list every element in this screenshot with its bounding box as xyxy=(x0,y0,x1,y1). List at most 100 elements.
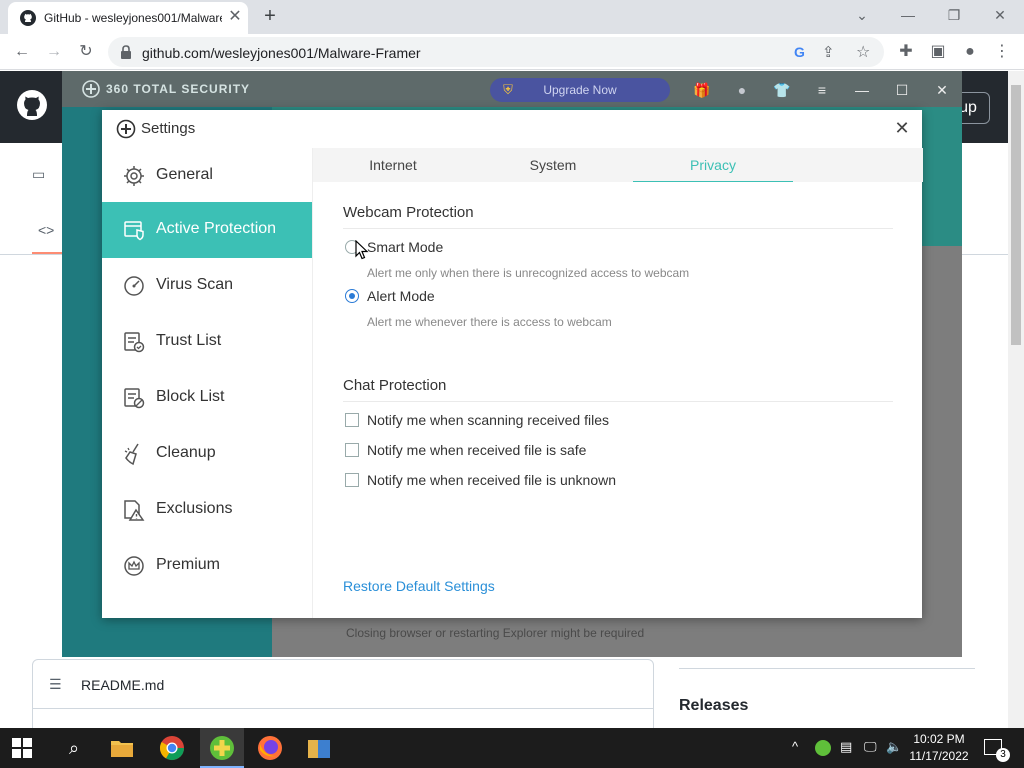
section-divider xyxy=(343,228,893,229)
google-icon[interactable]: G xyxy=(794,44,805,60)
smart-mode-hint: Alert me only when there is unrecognized… xyxy=(367,266,690,280)
alert-mode-hint: Alert me whenever there is access to web… xyxy=(367,315,612,329)
windows-start-icon[interactable] xyxy=(10,736,34,760)
hamburger-menu-icon[interactable]: ≡ xyxy=(812,80,832,100)
settings-content: Internet System Privacy Webcam Protectio… xyxy=(312,148,923,618)
scan-icon xyxy=(124,276,144,296)
file-safe-checkbox[interactable] xyxy=(345,443,359,457)
ts-maximize-icon[interactable]: ☐ xyxy=(892,80,912,100)
nav-label: General xyxy=(156,166,213,183)
code-icon[interactable]: <> xyxy=(38,222,54,238)
side-panel-icon[interactable]: ▣ xyxy=(926,40,950,64)
upgrade-now-button[interactable]: ⛨ Upgrade Now xyxy=(490,78,670,102)
settings-tabs: Internet System Privacy xyxy=(313,148,923,182)
browser-toolbar: ← → ↻ github.com/wesleyjones001/Malware-… xyxy=(0,34,1024,70)
restore-icon[interactable]: ❐ xyxy=(934,4,974,28)
notification-count-badge: 3 xyxy=(996,748,1010,762)
file-unknown-checkbox[interactable] xyxy=(345,473,359,487)
browser-tab-title: GitHub - wesleyjones001/Malware-Framer xyxy=(44,11,222,25)
back-icon[interactable]: ← xyxy=(10,40,34,64)
profile-icon[interactable]: ● xyxy=(958,40,982,64)
forward-icon[interactable]: → xyxy=(42,40,66,64)
tab-internet[interactable]: Internet xyxy=(313,148,473,182)
reload-icon[interactable]: ↻ xyxy=(74,40,98,64)
account-icon[interactable]: ● xyxy=(732,80,752,100)
browser-tab[interactable]: GitHub - wesleyjones001/Malware-Framer ✕ xyxy=(8,2,248,34)
volume-icon[interactable]: 🔈 xyxy=(886,739,902,755)
nav-item-premium[interactable]: Premium xyxy=(102,538,312,594)
nav-label: Trust List xyxy=(156,332,222,349)
shield-icon xyxy=(124,221,144,241)
menu-kebab-icon[interactable]: ⋮ xyxy=(990,40,1014,64)
nav-item-cleanup[interactable]: Cleanup xyxy=(102,426,312,482)
scanning-received-files-checkbox[interactable] xyxy=(345,413,359,427)
display-tray-icon[interactable]: ▤ xyxy=(840,739,852,755)
mouse-cursor-icon xyxy=(355,240,369,260)
scanning-received-files-label[interactable]: Notify me when scanning received files xyxy=(367,412,609,428)
address-bar[interactable]: github.com/wesleyjones001/Malware-Framer… xyxy=(108,37,884,67)
chat-protection-title: Chat Protection xyxy=(343,377,447,394)
nav-label: Virus Scan xyxy=(156,276,234,293)
nav-label: Cleanup xyxy=(156,444,216,461)
alert-mode-label[interactable]: Alert Mode xyxy=(367,288,435,304)
close-tab-icon[interactable]: ✕ xyxy=(226,8,244,26)
webcam-protection-title: Webcam Protection xyxy=(343,204,474,221)
section-divider xyxy=(343,401,893,402)
releases-heading: Releases xyxy=(679,697,749,714)
new-tab-icon[interactable]: + xyxy=(258,5,282,29)
file-safe-label[interactable]: Notify me when received file is safe xyxy=(367,442,586,458)
lock-icon xyxy=(121,45,131,59)
premium-shield-icon: ⛨ xyxy=(503,82,513,97)
minimize-icon[interactable]: — xyxy=(888,4,928,28)
nav-item-block-list[interactable]: Block List xyxy=(102,370,312,426)
ts-minimize-icon[interactable]: — xyxy=(852,80,872,100)
clock-time[interactable]: 10:02 PM xyxy=(908,732,970,746)
list-icon[interactable]: ☰ xyxy=(49,676,62,693)
tab-search-icon[interactable]: ⌄ xyxy=(842,4,882,28)
github-logo-icon[interactable] xyxy=(16,89,48,121)
settings-close-icon[interactable]: ✕ xyxy=(890,116,914,140)
tab-privacy[interactable]: Privacy xyxy=(633,148,793,182)
nav-item-active-protection[interactable]: Active Protection xyxy=(102,202,312,258)
nav-item-trust-list[interactable]: Trust List xyxy=(102,314,312,370)
restore-default-settings-link[interactable]: Restore Default Settings xyxy=(343,578,495,594)
settings-logo-icon xyxy=(116,119,136,139)
upgrade-now-label: Upgrade Now xyxy=(543,83,617,97)
tab-system[interactable]: System xyxy=(473,148,633,182)
alert-mode-radio[interactable] xyxy=(345,289,359,303)
bookmark-star-icon[interactable]: ☆ xyxy=(856,42,870,62)
readme-panel: ☰ README.md xyxy=(32,659,654,729)
page-scrollbar[interactable] xyxy=(1008,71,1024,728)
total-security-taskbar-icon[interactable] xyxy=(208,734,236,762)
search-icon[interactable]: ⌕ xyxy=(62,736,86,760)
nav-label: Exclusions xyxy=(156,500,233,517)
restart-note: Closing browser or restarting Explorer m… xyxy=(346,626,645,640)
tray-overflow-icon[interactable]: ^ xyxy=(792,739,798,754)
settings-titlebar: Settings ✕ xyxy=(102,110,922,148)
share-icon[interactable]: ⇪ xyxy=(822,43,835,61)
firefox-icon[interactable] xyxy=(256,734,284,762)
nav-item-virus-scan[interactable]: Virus Scan xyxy=(102,258,312,314)
sidebar-divider xyxy=(679,668,975,669)
nav-item-exclusions[interactable]: Exclusions xyxy=(102,482,312,538)
readme-divider xyxy=(33,708,653,709)
total-security-tray-icon[interactable] xyxy=(815,740,831,756)
ts-close-icon[interactable]: ✕ xyxy=(932,80,952,100)
network-icon[interactable]: 🖵 xyxy=(864,739,877,755)
file-unknown-label[interactable]: Notify me when received file is unknown xyxy=(367,472,616,488)
close-window-icon[interactable]: ✕ xyxy=(980,4,1020,28)
clock-date[interactable]: 11/17/2022 xyxy=(908,749,970,763)
nav-item-general[interactable]: General xyxy=(102,148,312,204)
trust-list-icon xyxy=(124,332,145,353)
archive-app-icon[interactable] xyxy=(305,734,333,762)
smart-mode-label[interactable]: Smart Mode xyxy=(367,239,443,255)
gift-icon[interactable]: 🎁 xyxy=(692,80,712,100)
extensions-icon[interactable]: ✚ xyxy=(894,40,918,64)
browser-tab-strip: GitHub - wesleyjones001/Malware-Framer ✕… xyxy=(0,0,1024,34)
scrollbar-thumb[interactable] xyxy=(1011,85,1021,345)
crown-icon xyxy=(124,556,144,576)
skin-shirt-icon[interactable]: 👕 xyxy=(772,80,792,100)
chrome-icon[interactable] xyxy=(158,734,186,762)
file-explorer-icon[interactable] xyxy=(108,734,136,762)
broom-icon xyxy=(124,443,139,466)
